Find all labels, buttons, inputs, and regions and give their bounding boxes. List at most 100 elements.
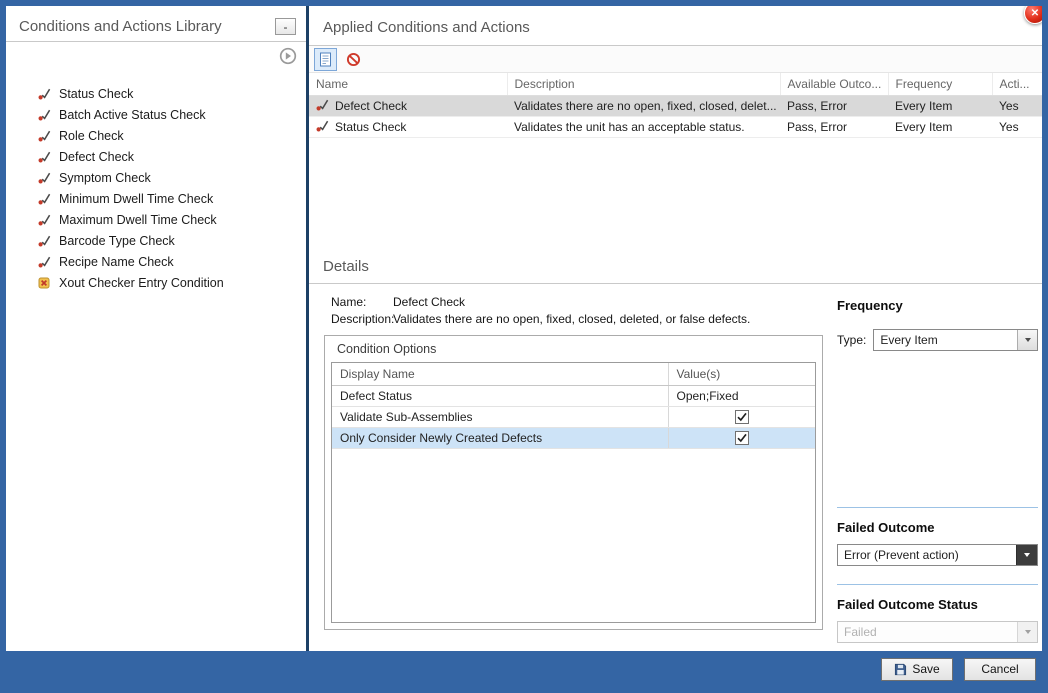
option-value-cell <box>668 407 815 428</box>
library-list: Status Check Batch Active Status Check Rol… <box>6 71 306 293</box>
applied-row-cell: Yes <box>992 117 1042 138</box>
applied-column-header-frequency[interactable]: Frequency <box>888 73 992 96</box>
applied-toolbar <box>309 46 1042 72</box>
applied-column-header-available-outco[interactable]: Available Outco... <box>780 73 888 96</box>
add-condition-icon[interactable] <box>314 48 337 71</box>
separator-line <box>837 507 1038 508</box>
library-item-label: Maximum Dwell Time Check <box>59 213 217 227</box>
applied-row-status-check[interactable]: Status Check Validates the unit has an ac… <box>309 117 1042 138</box>
applied-row-cell: Pass, Error <box>780 117 888 138</box>
separator-line <box>837 584 1038 585</box>
condition-option-row-defect-status[interactable]: Defect StatusOpen;Fixed <box>332 386 815 407</box>
library-item-label: Xout Checker Entry Condition <box>59 276 224 290</box>
option-value-text: Open;Fixed <box>668 386 815 407</box>
applied-column-header-name[interactable]: Name <box>309 73 507 96</box>
library-item-label: Barcode Type Check <box>59 234 175 248</box>
name-value: Defect Check <box>393 295 823 309</box>
frequency-type-value: Every Item <box>874 330 1017 350</box>
library-item-recipe-name-check[interactable]: Recipe Name Check <box>37 251 306 272</box>
frequency-type-select[interactable]: Every Item <box>873 329 1038 351</box>
failed-outcome-status-value: Failed <box>838 622 1017 642</box>
option-value-cell <box>668 428 815 449</box>
details-title: Details <box>309 249 1042 284</box>
condition-options-table: Display NameValue(s) Defect StatusOpen;F… <box>331 362 816 623</box>
library-title: Conditions and Actions Library <box>19 18 275 35</box>
chevron-down-icon[interactable] <box>1016 545 1037 565</box>
condition-options-title: Condition Options <box>325 336 822 361</box>
condition-check-icon <box>37 255 51 268</box>
option-display-name: Only Consider Newly Created Defects <box>332 428 668 449</box>
failed-outcome-select[interactable]: Error (Prevent action) <box>837 544 1038 566</box>
footer-bar: Save Cancel <box>6 651 1042 687</box>
condition-options-group: Condition Options Display NameValue(s) D… <box>324 335 823 630</box>
applied-row-name: Defect Check <box>335 99 407 113</box>
library-item-maximum-dwell-time-check[interactable]: Maximum Dwell Time Check <box>37 209 306 230</box>
condition-check-icon <box>37 108 51 121</box>
frequency-title: Frequency <box>837 298 1038 313</box>
details-right-column: Frequency Type: Every Item Failed Outcom… <box>837 292 1038 651</box>
chevron-right-circle-icon[interactable] <box>279 47 297 71</box>
condition-check-icon <box>37 192 51 205</box>
remove-condition-icon[interactable] <box>342 48 365 71</box>
save-button[interactable]: Save <box>881 658 953 681</box>
applied-column-header-description[interactable]: Description <box>507 73 780 96</box>
close-button[interactable]: ✕ <box>1024 2 1046 24</box>
cancel-button[interactable]: Cancel <box>964 658 1036 681</box>
option-display-name: Defect Status <box>332 386 668 407</box>
library-item-label: Defect Check <box>59 150 134 164</box>
name-label: Name: <box>331 295 393 309</box>
condition-check-icon <box>37 87 51 100</box>
checkbox-checked[interactable] <box>735 431 749 445</box>
library-item-barcode-type-check[interactable]: Barcode Type Check <box>37 230 306 251</box>
applied-row-name-cell: Status Check <box>309 117 507 138</box>
library-collapse-button[interactable]: - <box>275 18 296 35</box>
applied-column-header-acti[interactable]: Acti... <box>992 73 1042 96</box>
library-item-symptom-check[interactable]: Symptom Check <box>37 167 306 188</box>
option-column-header-display-name: Display Name <box>332 363 668 386</box>
library-header: Conditions and Actions Library - <box>6 6 306 42</box>
library-item-xout-checker-entry-condition[interactable]: Xout Checker Entry Condition <box>37 272 306 293</box>
library-item-status-check[interactable]: Status Check <box>37 83 306 104</box>
library-item-label: Minimum Dwell Time Check <box>59 192 213 206</box>
library-item-label: Role Check <box>59 129 124 143</box>
applied-row-cell: Validates the unit has an acceptable sta… <box>507 117 780 138</box>
condition-check-icon <box>316 119 329 135</box>
option-display-name: Validate Sub-Assemblies <box>332 407 668 428</box>
option-column-header-value-s: Value(s) <box>668 363 815 386</box>
library-item-label: Recipe Name Check <box>59 255 174 269</box>
applied-row-cell: Every Item <box>888 117 992 138</box>
library-item-role-check[interactable]: Role Check <box>37 125 306 146</box>
condition-options-header-row: Display NameValue(s) <box>332 363 815 386</box>
condition-check-icon <box>316 98 329 114</box>
library-subbar <box>6 42 306 71</box>
chevron-down-icon[interactable] <box>1017 330 1037 350</box>
cancel-button-label: Cancel <box>981 662 1018 676</box>
condition-check-icon <box>37 129 51 142</box>
xout-entry-icon <box>37 276 51 290</box>
applied-title: Applied Conditions and Actions <box>309 6 1042 46</box>
checkbox-checked[interactable] <box>735 410 749 424</box>
save-icon <box>894 663 907 676</box>
applied-row-defect-check[interactable]: Defect Check Validates there are no open,… <box>309 96 1042 117</box>
library-item-batch-active-status-check[interactable]: Batch Active Status Check <box>37 104 306 125</box>
description-value: Validates there are no open, fixed, clos… <box>393 312 823 326</box>
library-item-label: Batch Active Status Check <box>59 108 206 122</box>
applied-row-name-cell: Defect Check <box>309 96 507 117</box>
failed-outcome-status-select: Failed <box>837 621 1038 643</box>
condition-option-row-validate-sub-assemblies[interactable]: Validate Sub-Assemblies <box>332 407 815 428</box>
chevron-down-icon <box>1017 622 1037 642</box>
failed-outcome-status-title: Failed Outcome Status <box>837 597 1038 612</box>
applied-row-cell: Pass, Error <box>780 96 888 117</box>
library-item-label: Status Check <box>59 87 133 101</box>
applied-row-name: Status Check <box>335 120 406 134</box>
condition-check-icon <box>37 234 51 247</box>
condition-check-icon <box>37 171 51 184</box>
condition-option-row-only-consider-newly-created-defects[interactable]: Only Consider Newly Created Defects <box>332 428 815 449</box>
library-panel: Conditions and Actions Library - Status … <box>6 6 309 651</box>
details-left-column: Name: Defect Check Description: Validate… <box>324 292 823 651</box>
condition-check-icon <box>37 150 51 163</box>
failed-outcome-title: Failed Outcome <box>837 520 1038 535</box>
library-item-defect-check[interactable]: Defect Check <box>37 146 306 167</box>
library-item-minimum-dwell-time-check[interactable]: Minimum Dwell Time Check <box>37 188 306 209</box>
applied-row-cell: Validates there are no open, fixed, clos… <box>507 96 780 117</box>
